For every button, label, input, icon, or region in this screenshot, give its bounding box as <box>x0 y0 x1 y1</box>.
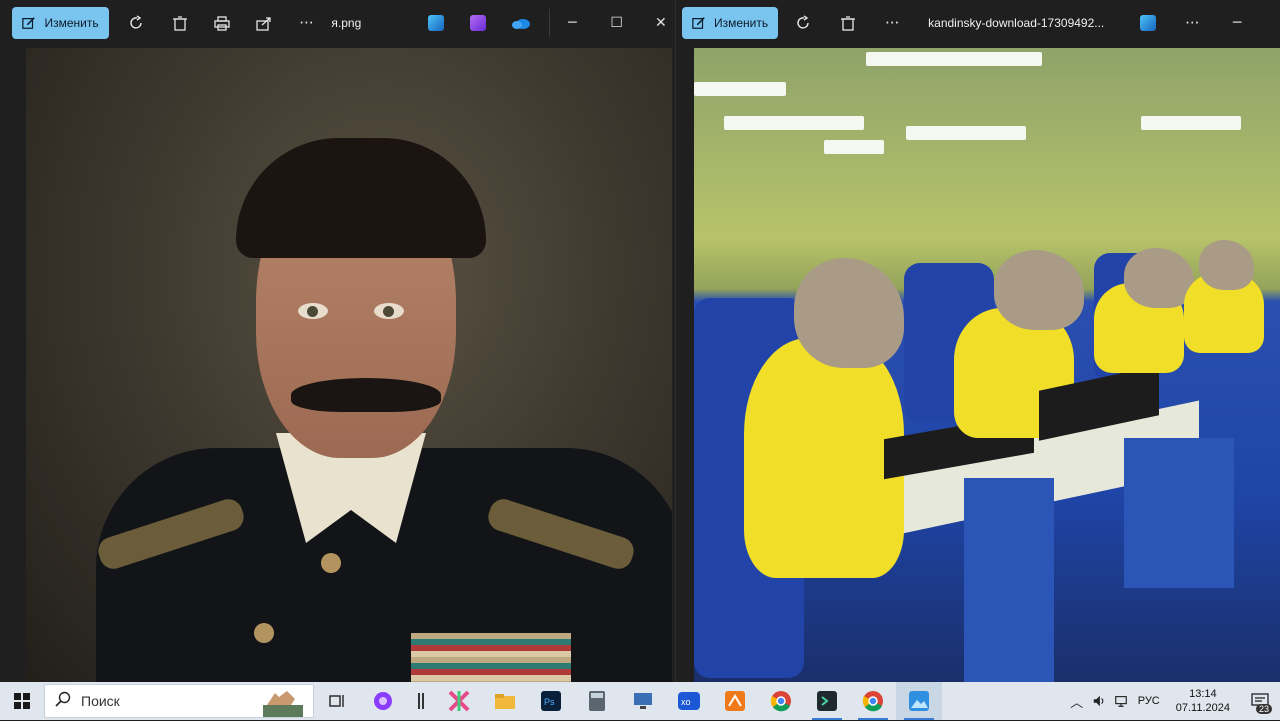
rat-head <box>1199 240 1254 290</box>
more-options-button[interactable]: ··· <box>1170 0 1214 46</box>
minimize-button[interactable]: ─ <box>550 0 594 46</box>
chrome-icon[interactable] <box>850 682 896 720</box>
explorer-icon[interactable] <box>482 682 528 720</box>
rat-body <box>744 338 904 578</box>
edit-button-label: Изменить <box>44 16 98 30</box>
search-input[interactable] <box>81 693 241 709</box>
clipchamp-icon[interactable] <box>457 0 499 46</box>
rotate-icon[interactable] <box>782 0 826 46</box>
ceiling-light <box>824 140 884 154</box>
portrait-button <box>321 553 341 573</box>
search-highlight-icon <box>257 685 309 717</box>
taskbar: Ps xo ︿ <box>0 682 1280 720</box>
ceiling-light <box>724 116 864 130</box>
monitor-app-icon[interactable] <box>620 682 666 720</box>
trash-icon[interactable] <box>159 0 201 46</box>
edit-icon <box>692 16 706 30</box>
chevron-up-icon[interactable]: ︿ <box>1066 682 1088 720</box>
portrait-button <box>254 623 274 643</box>
network-icon[interactable] <box>1110 682 1132 720</box>
ceiling-light <box>906 126 1026 140</box>
portrait-eye-left <box>298 303 328 319</box>
portrait-moustache <box>291 378 441 412</box>
image-canvas[interactable] <box>26 48 672 682</box>
viewer-toolbar: Изменить ··· kandinsky-download-17309492… <box>676 0 1280 46</box>
clock-date: 07.11.2024 <box>1176 701 1230 715</box>
portrait-hair <box>236 138 486 258</box>
edit-button[interactable]: Изменить <box>12 7 108 39</box>
input-language[interactable]: РУС <box>1132 695 1166 707</box>
photo-viewer-window-right: Изменить ··· kandinsky-download-17309492… <box>675 0 1280 682</box>
alice-icon[interactable] <box>360 682 406 720</box>
calculator-icon[interactable] <box>574 682 620 720</box>
notification-badge: 23 <box>1256 704 1272 714</box>
svg-text:xo: xo <box>681 697 691 707</box>
clock[interactable]: 13:14 07.11.2024 <box>1166 687 1240 715</box>
filename: kandinsky-download-17309492... <box>928 16 1104 30</box>
windows-start-icon[interactable] <box>0 682 44 720</box>
ceiling-light <box>1141 116 1241 130</box>
more-options-button[interactable]: ··· <box>870 0 914 46</box>
filename: я.png <box>331 16 361 30</box>
svg-text:Ps: Ps <box>544 697 555 707</box>
desktop: Изменить ··· я.png <box>0 0 1280 720</box>
ceiling-light <box>694 82 786 96</box>
photo-viewer-window-left: Изменить ··· я.png <box>0 0 683 682</box>
photos-app-icon[interactable] <box>896 682 942 720</box>
pinned-app-icon[interactable] <box>406 682 436 720</box>
more-options-button[interactable]: ··· <box>285 0 327 46</box>
edit-icon <box>22 16 36 30</box>
share-icon[interactable] <box>243 0 285 46</box>
terminal-app-icon[interactable] <box>804 682 850 720</box>
rat-head <box>994 250 1084 330</box>
minimize-button[interactable]: ─ <box>1214 0 1260 46</box>
trash-icon[interactable] <box>826 0 870 46</box>
notification-center-icon[interactable]: 23 <box>1240 682 1280 720</box>
image-canvas[interactable] <box>694 48 1280 682</box>
photos-app-icon[interactable] <box>415 0 457 46</box>
portrait-medals <box>411 633 571 682</box>
rotate-icon[interactable] <box>116 0 158 46</box>
orange-app-icon[interactable] <box>712 682 758 720</box>
edit-button[interactable]: Изменить <box>682 7 778 39</box>
ceiling-light <box>866 52 1042 66</box>
taskbar-search[interactable] <box>44 684 314 718</box>
print-icon[interactable] <box>201 0 243 46</box>
edit-button-label: Изменить <box>714 16 768 30</box>
viewer-toolbar: Изменить ··· я.png <box>0 0 683 46</box>
task-view-icon[interactable] <box>314 682 360 720</box>
photos-app-icon[interactable] <box>1126 0 1170 46</box>
desk-leg <box>964 478 1054 682</box>
colorful-app-icon[interactable] <box>436 682 482 720</box>
desk-leg <box>1124 438 1234 588</box>
chrome-icon[interactable] <box>758 682 804 720</box>
search-icon <box>55 691 71 711</box>
portrait-eye-right <box>374 303 404 319</box>
xo-app-icon[interactable]: xo <box>666 682 712 720</box>
rat-head <box>794 258 904 368</box>
volume-icon[interactable] <box>1088 682 1110 720</box>
maximize-button[interactable]: ☐ <box>595 0 639 46</box>
onedrive-icon[interactable] <box>500 0 542 46</box>
system-tray: ︿ РУС 13:14 07.11.2024 23 <box>1066 682 1280 720</box>
clock-time: 13:14 <box>1189 687 1217 701</box>
photoshop-icon[interactable]: Ps <box>528 682 574 720</box>
